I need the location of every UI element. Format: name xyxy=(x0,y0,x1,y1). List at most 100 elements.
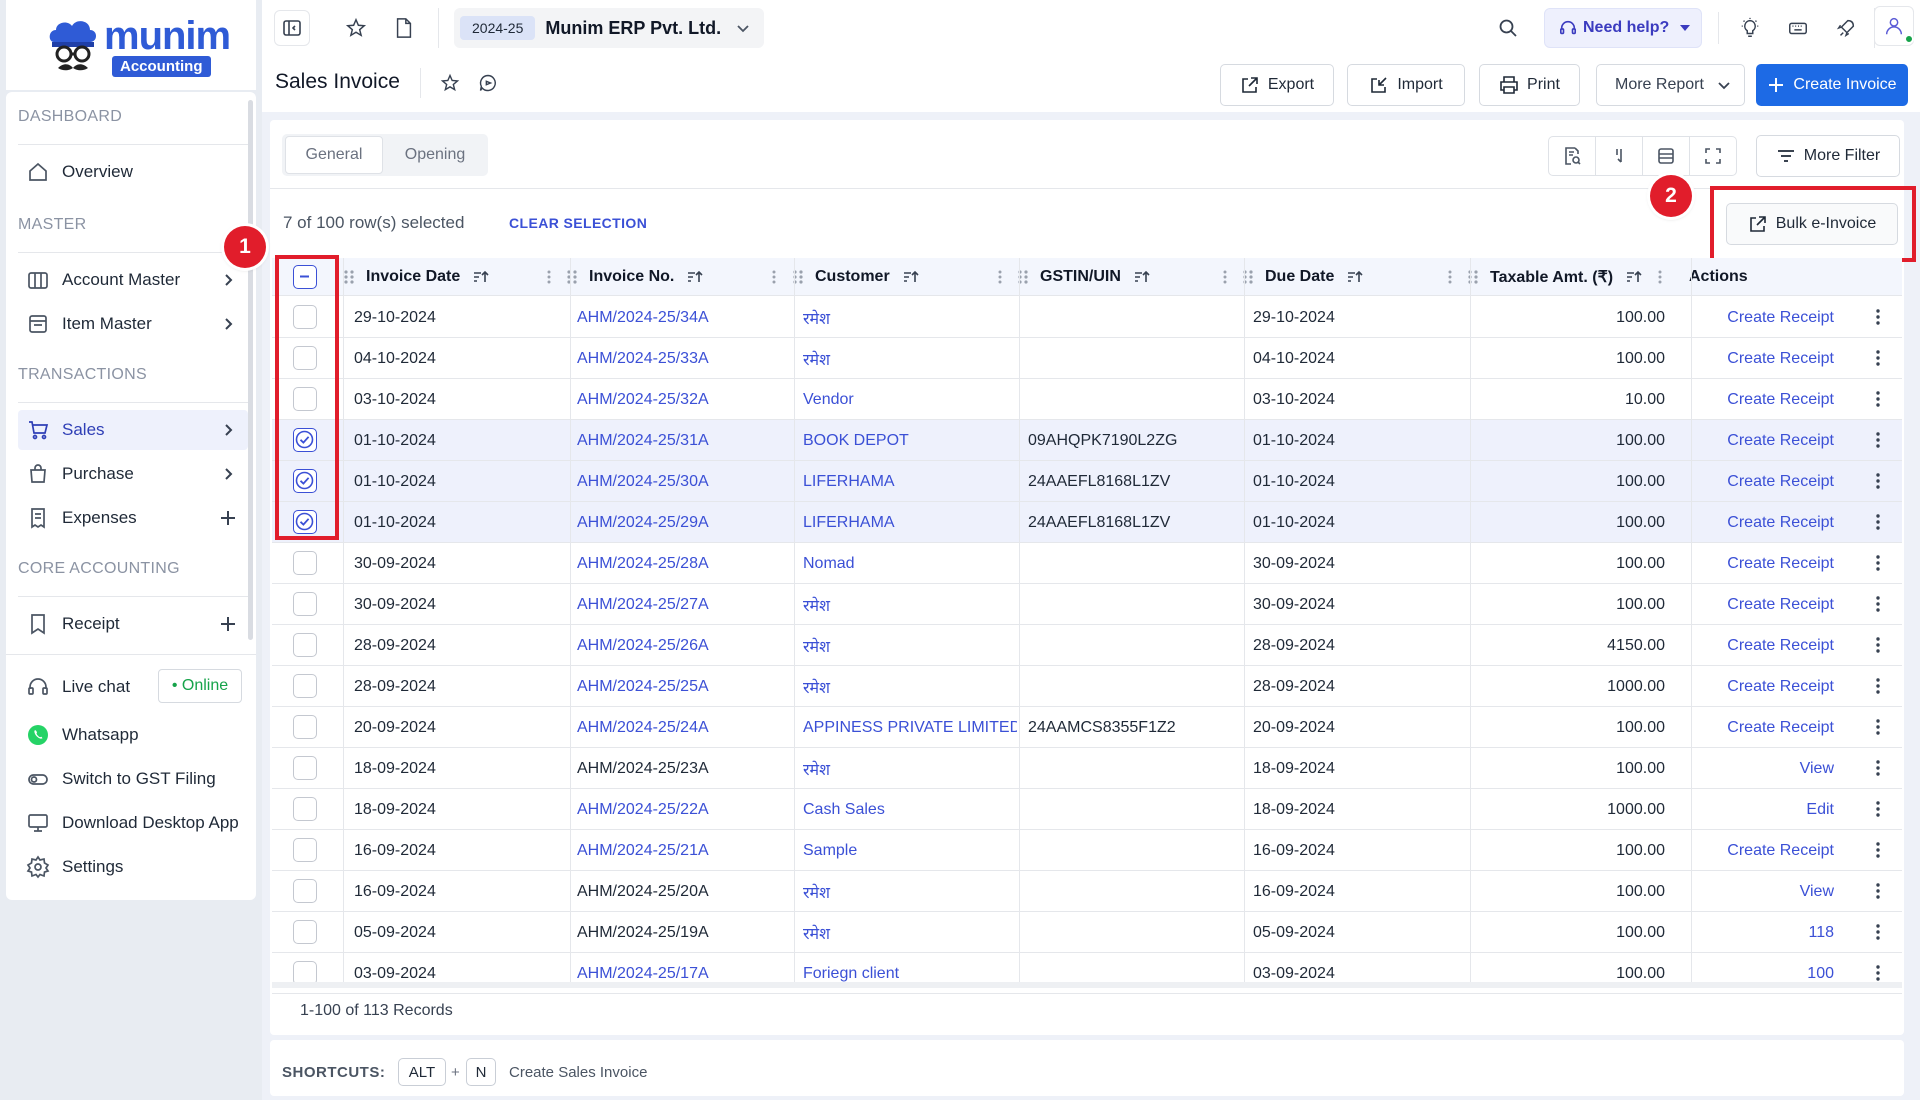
row-menu-icon[interactable] xyxy=(1868,963,1888,983)
customer-cell[interactable]: Sample xyxy=(803,830,1017,871)
invoice-number-cell[interactable]: AHM/2024-25/26A xyxy=(577,625,791,666)
col-due-date-header[interactable]: Due Date xyxy=(1243,258,1471,296)
tab-opening[interactable]: Opening xyxy=(385,136,485,174)
shortcut-description[interactable]: Create Sales Invoice xyxy=(509,1064,647,1081)
column-menu-icon[interactable] xyxy=(1657,268,1663,286)
row-menu-icon[interactable] xyxy=(1868,594,1888,614)
fullscreen-button[interactable] xyxy=(1689,136,1737,176)
table-row[interactable]: 30-09-2024 AHM/2024-25/28A Nomad 30-09-2024… xyxy=(272,543,1902,584)
invoice-number-cell[interactable]: AHM/2024-25/32A xyxy=(577,379,791,420)
customer-cell[interactable]: रमेश xyxy=(803,338,1017,379)
row-menu-icon[interactable] xyxy=(1868,307,1888,327)
density-button[interactable] xyxy=(1642,136,1690,176)
customer-cell[interactable]: Vendor xyxy=(803,379,1017,420)
pages-button[interactable] xyxy=(388,12,420,44)
customer-cell[interactable]: LIFERHAMA xyxy=(803,461,1017,502)
sort-button[interactable] xyxy=(1595,136,1643,176)
table-row[interactable]: 01-10-2024 AHM/2024-25/29A LIFERHAMA 24AAEF… xyxy=(272,502,1902,543)
drag-handle-icon[interactable] xyxy=(342,268,356,286)
customer-cell[interactable]: APPINESS PRIVATE LIMITED xyxy=(803,707,1017,748)
row-checkbox[interactable] xyxy=(293,633,317,657)
col-actions-header[interactable]: Actions xyxy=(1689,258,1900,296)
invoice-number-cell[interactable]: AHM/2024-25/24A xyxy=(577,707,791,748)
search-list-button[interactable] xyxy=(1548,136,1596,176)
row-menu-icon[interactable] xyxy=(1868,635,1888,655)
invoice-number-cell[interactable]: AHM/2024-25/33A xyxy=(577,338,791,379)
download-app-item[interactable]: Download Desktop App xyxy=(18,803,248,843)
sidebar-item-sales[interactable]: Sales xyxy=(18,410,248,450)
column-menu-icon[interactable] xyxy=(546,268,552,286)
sidebar-scrollbar[interactable] xyxy=(248,100,253,640)
search-button[interactable] xyxy=(1492,12,1524,44)
action-cell[interactable]: Create Receipt xyxy=(1689,420,1834,461)
row-checkbox[interactable] xyxy=(293,879,317,903)
customer-cell[interactable]: रमेश xyxy=(803,912,1017,953)
row-menu-icon[interactable] xyxy=(1868,430,1888,450)
col-invoice-date-header[interactable]: Invoice Date xyxy=(344,258,570,296)
customer-cell[interactable]: BOOK DEPOT xyxy=(803,420,1017,461)
invoice-number-cell[interactable]: AHM/2024-25/21A xyxy=(577,830,791,871)
table-row[interactable]: 18-09-2024 AHM/2024-25/23A रमेश 18-09-2024 1… xyxy=(272,748,1902,789)
action-cell[interactable]: Edit xyxy=(1689,789,1834,830)
create-invoice-button[interactable]: Create Invoice xyxy=(1756,64,1908,106)
action-cell[interactable]: Create Receipt xyxy=(1689,666,1834,707)
table-row[interactable]: 28-09-2024 AHM/2024-25/26A रमेश 28-09-2024 4… xyxy=(272,625,1902,666)
plus-icon[interactable] xyxy=(218,508,238,528)
print-button[interactable]: Print xyxy=(1479,64,1580,106)
sidebar-item-account-master[interactable]: Account Master xyxy=(18,260,248,300)
invoice-number-cell[interactable]: AHM/2024-25/34A xyxy=(577,297,791,338)
row-menu-icon[interactable] xyxy=(1868,840,1888,860)
sort-icon[interactable] xyxy=(1346,269,1364,285)
action-cell[interactable]: Create Receipt xyxy=(1689,297,1834,338)
sort-icon[interactable] xyxy=(902,269,920,285)
row-menu-icon[interactable] xyxy=(1868,758,1888,778)
table-row[interactable]: 30-09-2024 AHM/2024-25/27A रमेश 30-09-2024 1… xyxy=(272,584,1902,625)
col-gstin-header[interactable]: GSTIN/UIN xyxy=(1018,258,1246,296)
settings-item[interactable]: Settings xyxy=(18,847,248,887)
row-checkbox[interactable] xyxy=(293,797,317,821)
customer-cell[interactable]: रमेश xyxy=(803,666,1017,707)
sidebar-item-purchase[interactable]: Purchase xyxy=(18,454,248,494)
row-menu-icon[interactable] xyxy=(1868,471,1888,491)
customer-cell[interactable]: Cash Sales xyxy=(803,789,1017,830)
sidebar-item-receipt[interactable]: Receipt xyxy=(18,604,248,644)
row-menu-icon[interactable] xyxy=(1868,348,1888,368)
action-cell[interactable]: View xyxy=(1689,871,1834,912)
row-menu-icon[interactable] xyxy=(1868,799,1888,819)
column-menu-icon[interactable] xyxy=(771,268,777,286)
drag-handle-icon[interactable] xyxy=(565,268,579,286)
notifications-button[interactable] xyxy=(1830,12,1862,44)
clear-selection-link[interactable]: CLEAR SELECTION xyxy=(509,215,647,231)
need-help-button[interactable]: Need help? xyxy=(1544,8,1702,48)
customer-cell[interactable]: रमेश xyxy=(803,871,1017,912)
action-cell[interactable]: View xyxy=(1689,748,1834,789)
table-row[interactable]: 16-09-2024 AHM/2024-25/21A Sample 16-09-202… xyxy=(272,830,1902,871)
invoice-number-cell[interactable]: AHM/2024-25/25A xyxy=(577,666,791,707)
invoice-number-cell[interactable]: AHM/2024-25/22A xyxy=(577,789,791,830)
customer-cell[interactable]: रमेश xyxy=(803,584,1017,625)
export-button[interactable]: Export xyxy=(1220,64,1334,106)
company-selector[interactable]: 2024-25 Munim ERP Pvt. Ltd. xyxy=(454,8,764,48)
row-checkbox[interactable] xyxy=(293,756,317,780)
row-menu-icon[interactable] xyxy=(1868,389,1888,409)
import-button[interactable]: Import xyxy=(1347,64,1465,106)
table-row[interactable]: 05-09-2024 AHM/2024-25/19A रमेश 05-09-2024 1… xyxy=(272,912,1902,953)
column-menu-icon[interactable] xyxy=(1222,268,1228,286)
customer-cell[interactable]: रमेश xyxy=(803,297,1017,338)
column-menu-icon[interactable] xyxy=(1447,268,1453,286)
collapse-sidebar-button[interactable] xyxy=(274,10,310,46)
row-menu-icon[interactable] xyxy=(1868,922,1888,942)
action-cell[interactable]: Create Receipt xyxy=(1689,379,1834,420)
invoice-number-cell[interactable]: AHM/2024-25/29A xyxy=(577,502,791,543)
table-row[interactable]: 29-10-2024 AHM/2024-25/34A रमेश 29-10-2024 1… xyxy=(272,297,1902,338)
invoice-number-cell[interactable]: AHM/2024-25/30A xyxy=(577,461,791,502)
action-cell[interactable]: Create Receipt xyxy=(1689,830,1834,871)
customer-cell[interactable]: LIFERHAMA xyxy=(803,502,1017,543)
brand-logo[interactable]: munim Accounting xyxy=(6,0,256,90)
action-cell[interactable]: Create Receipt xyxy=(1689,502,1834,543)
row-menu-icon[interactable] xyxy=(1868,512,1888,532)
table-row[interactable]: 01-10-2024 AHM/2024-25/30A LIFERHAMA 24AAEF… xyxy=(272,461,1902,502)
action-cell[interactable]: Create Receipt xyxy=(1689,461,1834,502)
row-menu-icon[interactable] xyxy=(1868,553,1888,573)
drag-handle-icon[interactable] xyxy=(1466,268,1480,286)
